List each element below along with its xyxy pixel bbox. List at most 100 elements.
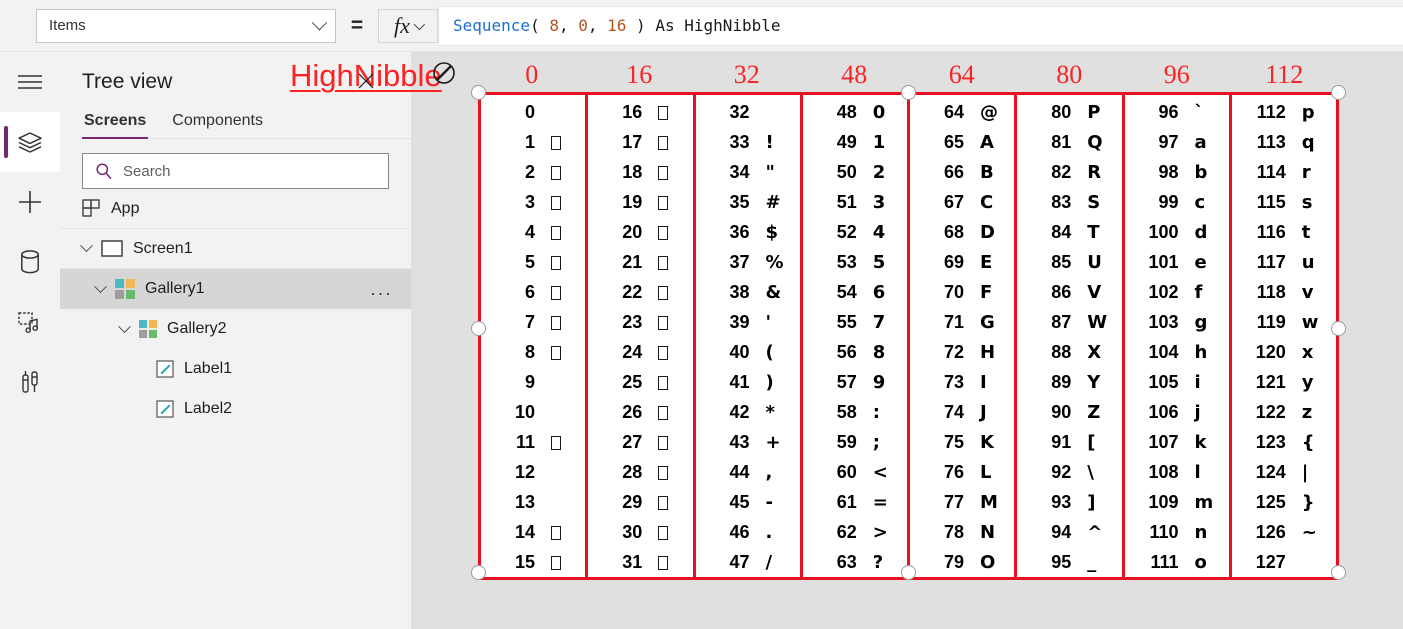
gallery-row[interactable]: 86 V <box>1017 277 1121 307</box>
gallery-row[interactable]: 77 M <box>910 487 1014 517</box>
gallery-row[interactable]: 80 P <box>1017 97 1121 127</box>
resize-handle-middle-left[interactable] <box>471 321 486 336</box>
gallery-row[interactable]: 39 ' <box>696 307 800 337</box>
gallery-row[interactable]: 104 h <box>1125 337 1229 367</box>
gallery-row[interactable]: 101 e <box>1125 247 1229 277</box>
gallery-row[interactable]: 18 <box>588 157 692 187</box>
hamburger-menu-icon[interactable] <box>0 52 60 112</box>
app-canvas[interactable]: HighNibble 0 16 32 48 64 80 96 112 0 1 2 3 4 5 6 7 8 9 10… <box>290 52 1403 629</box>
fx-button[interactable]: fx <box>378 8 438 43</box>
gallery-row[interactable]: 75 K <box>910 427 1014 457</box>
gallery-row[interactable]: 68 D <box>910 217 1014 247</box>
gallery-row[interactable]: 102 f <box>1125 277 1229 307</box>
chevron-down-icon[interactable] <box>94 279 107 293</box>
gallery-row[interactable]: 71 G <box>910 307 1014 337</box>
gallery-row[interactable]: 113 q <box>1232 127 1336 157</box>
gallery-row[interactable]: 69 E <box>910 247 1014 277</box>
gallery-column[interactable]: 96 ` 97 a 98 b 99 c 100 d 101 e 102 f 103 g 104 h 105 i 106 j… <box>1125 95 1232 577</box>
gallery-row[interactable]: 32 <box>696 97 800 127</box>
gallery-row[interactable]: 52 4 <box>803 217 907 247</box>
gallery-row[interactable]: 87 W <box>1017 307 1121 337</box>
gallery-row[interactable]: 41) <box>696 367 800 397</box>
gallery-row[interactable]: 16 <box>588 97 692 127</box>
gallery-row[interactable]: 82 R <box>1017 157 1121 187</box>
gallery-row[interactable]: 114 r <box>1232 157 1336 187</box>
gallery-row[interactable]: 67 C <box>910 187 1014 217</box>
gallery-column[interactable]: 32 33! 34 " 35 #36 $37% 38 & 39 ' 40(41) 42 * 43 +44, 45… <box>696 95 803 577</box>
gallery-row[interactable]: 81 Q <box>1017 127 1121 157</box>
tree-item-screen1[interactable]: Screen1 <box>60 229 411 269</box>
gallery-row[interactable]: 100 d <box>1125 217 1229 247</box>
gallery-row[interactable]: 2 <box>481 157 585 187</box>
chevron-down-icon[interactable] <box>118 319 131 333</box>
gallery-row[interactable]: 109 m <box>1125 487 1229 517</box>
gallery-row[interactable]: 66 B <box>910 157 1014 187</box>
search-input[interactable]: Search <box>82 153 389 189</box>
gallery-row[interactable]: 55 7 <box>803 307 907 337</box>
gallery-row[interactable]: 24 <box>588 337 692 367</box>
gallery-row[interactable]: 1 <box>481 127 585 157</box>
data-cylinder-icon[interactable] <box>0 232 60 292</box>
gallery-row[interactable]: 9 <box>481 367 585 397</box>
resize-handle-middle-right[interactable] <box>1331 321 1346 336</box>
gallery-row[interactable]: 117 u <box>1232 247 1336 277</box>
gallery-row[interactable]: 93] <box>1017 487 1121 517</box>
tree-view-layers-icon[interactable] <box>0 112 60 172</box>
gallery-row[interactable]: 19 <box>588 187 692 217</box>
gallery-row[interactable]: 64 @ <box>910 97 1014 127</box>
gallery-row[interactable]: 124 | <box>1232 457 1336 487</box>
resize-handle-top-center[interactable] <box>901 85 916 100</box>
formula-input[interactable]: Sequence( 8, 0, 16 ) As HighNibble <box>438 5 1403 46</box>
gallery-row[interactable]: 33! <box>696 127 800 157</box>
gallery-row[interactable]: 25 <box>588 367 692 397</box>
gallery-row[interactable]: 89 Y <box>1017 367 1121 397</box>
insert-plus-icon[interactable] <box>0 172 60 232</box>
gallery-row[interactable]: 118 v <box>1232 277 1336 307</box>
gallery-row[interactable]: 29 <box>588 487 692 517</box>
gallery-row[interactable]: 106 j <box>1125 397 1229 427</box>
gallery-row[interactable]: 127 <box>1232 547 1336 577</box>
chevron-down-icon[interactable] <box>80 239 93 253</box>
gallery-row[interactable]: 59; <box>803 427 907 457</box>
gallery-row[interactable]: 44, <box>696 457 800 487</box>
gallery-row[interactable]: 23 <box>588 307 692 337</box>
more-options-icon[interactable]: ... <box>370 280 393 298</box>
gallery-row[interactable]: 79 O <box>910 547 1014 577</box>
gallery-row[interactable]: 22 <box>588 277 692 307</box>
gallery-row[interactable]: 46. <box>696 517 800 547</box>
gallery-row[interactable]: 14 <box>481 517 585 547</box>
gallery-row[interactable]: 116 t <box>1232 217 1336 247</box>
gallery-row[interactable]: 5 <box>481 247 585 277</box>
gallery-row[interactable]: 6 <box>481 277 585 307</box>
gallery-row[interactable]: 37% <box>696 247 800 277</box>
gallery-row[interactable]: 30 <box>588 517 692 547</box>
gallery-row[interactable]: 56 8 <box>803 337 907 367</box>
gallery-row[interactable]: 62 > <box>803 517 907 547</box>
gallery-row[interactable]: 20 <box>588 217 692 247</box>
gallery-row[interactable]: 105 i <box>1125 367 1229 397</box>
gallery-row[interactable]: 36 $ <box>696 217 800 247</box>
gallery-row[interactable]: 0 <box>481 97 585 127</box>
gallery-column[interactable]: 16 17 18 19 20 21 22 23 24 25 26 27 28 29 30 31 <box>588 95 696 577</box>
gallery-row[interactable]: 43 + <box>696 427 800 457</box>
gallery-column[interactable]: 80 P 81 Q 82 R 83 S 84 T 85 U 86 V 87 W 88 X 89 Y 90 Z 91[92 \ 9… <box>1017 95 1125 577</box>
advanced-tools-icon[interactable] <box>0 352 60 412</box>
gallery-row[interactable]: 34 " <box>696 157 800 187</box>
gallery-row[interactable]: 90 Z <box>1017 397 1121 427</box>
gallery-row[interactable]: 7 <box>481 307 585 337</box>
gallery-row[interactable]: 21 <box>588 247 692 277</box>
gallery-row[interactable]: 72 H <box>910 337 1014 367</box>
gallery-row[interactable]: 97 a <box>1125 127 1229 157</box>
gallery-row[interactable]: 11 <box>481 427 585 457</box>
gallery-row[interactable]: 63? <box>803 547 907 577</box>
gallery-row[interactable]: 13 <box>481 487 585 517</box>
gallery-row[interactable]: 84 T <box>1017 217 1121 247</box>
tab-components[interactable]: Components <box>170 108 265 138</box>
gallery-row[interactable]: 92 \ <box>1017 457 1121 487</box>
gallery-row[interactable]: 35 # <box>696 187 800 217</box>
gallery-row[interactable]: 78 N <box>910 517 1014 547</box>
gallery-row[interactable]: 58: <box>803 397 907 427</box>
tree-item-app[interactable]: App <box>60 189 411 229</box>
gallery-row[interactable]: 48 0 <box>803 97 907 127</box>
gallery-column[interactable]: 112 p 113 q 114 r 115 s 116 t 117 u 118 v 119 w 120 x 121 y… <box>1232 95 1336 577</box>
